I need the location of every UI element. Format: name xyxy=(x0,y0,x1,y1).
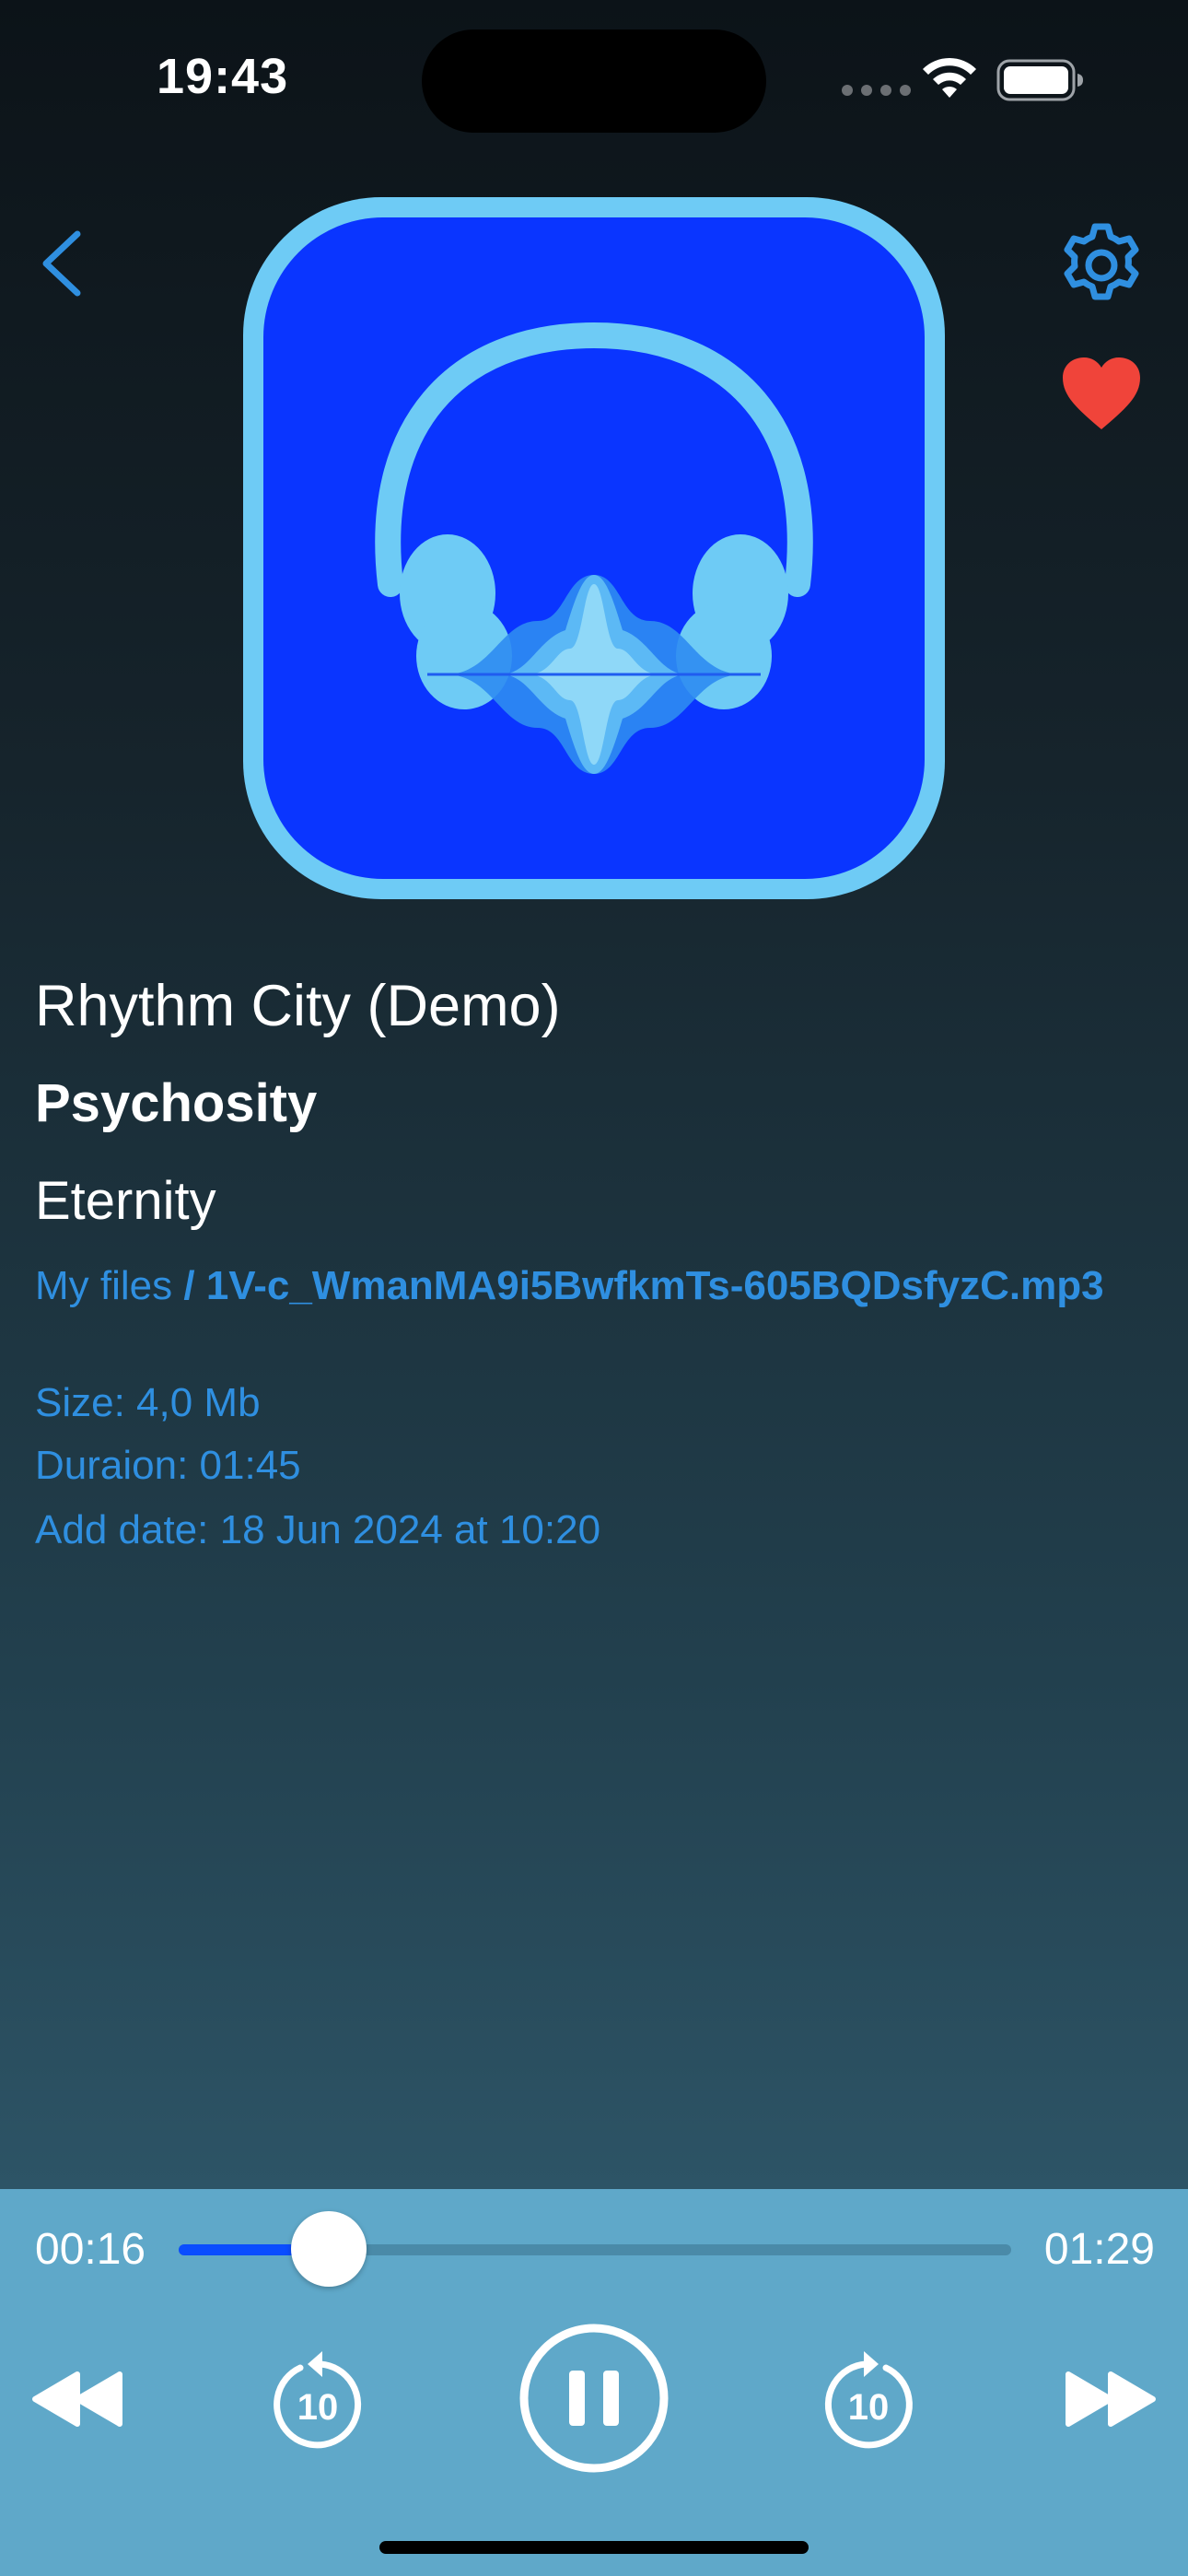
pause-button[interactable] xyxy=(516,2320,672,2476)
file-size: Size: 4,0 Mb xyxy=(35,1380,261,1425)
wifi-icon xyxy=(923,57,976,98)
chevron-left-icon xyxy=(42,230,81,297)
track-artist: Psychosity xyxy=(35,1073,318,1133)
back-button[interactable] xyxy=(33,225,92,302)
current-time: 00:16 xyxy=(35,2225,146,2274)
skip-forward-10-icon: 10 xyxy=(824,2351,913,2449)
favorite-button[interactable] xyxy=(1059,352,1144,437)
gear-icon xyxy=(1064,223,1139,300)
track-title: Rhythm City (Demo) xyxy=(35,974,561,1038)
progress-thumb[interactable] xyxy=(290,2211,367,2287)
battery-icon xyxy=(996,59,1083,101)
status-time: 19:43 xyxy=(157,49,289,104)
file-add-date: Add date: 18 Jun 2024 at 10:20 xyxy=(35,1507,601,1552)
file-path: My files / 1V-c_WmanMA9i5BwfkmTs-605BQDs… xyxy=(35,1259,1140,1314)
skip-back-10-button[interactable]: 10 xyxy=(267,2346,368,2453)
skip-back-label: 10 xyxy=(297,2387,339,2428)
pause-icon xyxy=(519,2324,669,2473)
skip-forward-label: 10 xyxy=(848,2387,890,2428)
rewind-button[interactable] xyxy=(28,2362,129,2436)
home-indicator xyxy=(379,2541,809,2554)
status-bar: 19:43 xyxy=(0,0,1188,157)
skip-forward-10-button[interactable]: 10 xyxy=(818,2346,919,2453)
file-duration: Duraion: 01:45 xyxy=(35,1443,301,1488)
artwork-image xyxy=(243,197,945,899)
file-name: 1V-c_WmanMA9i5BwfkmTs-605BQDsfyzC.mp3 xyxy=(205,1263,1104,1308)
track-album: Eternity xyxy=(35,1171,216,1231)
folder-link[interactable]: My files xyxy=(35,1263,172,1308)
settings-button[interactable] xyxy=(1055,219,1147,311)
total-time: 01:29 xyxy=(1043,2225,1155,2274)
signal-dots-icon xyxy=(842,85,911,96)
fast-forward-button[interactable] xyxy=(1059,2362,1160,2436)
fast-forward-icon xyxy=(1066,2371,1156,2427)
dynamic-island xyxy=(422,29,766,133)
skip-back-10-icon: 10 xyxy=(274,2351,362,2449)
rewind-icon xyxy=(32,2371,122,2427)
path-separator: / xyxy=(172,1263,206,1308)
heart-icon xyxy=(1063,357,1140,429)
